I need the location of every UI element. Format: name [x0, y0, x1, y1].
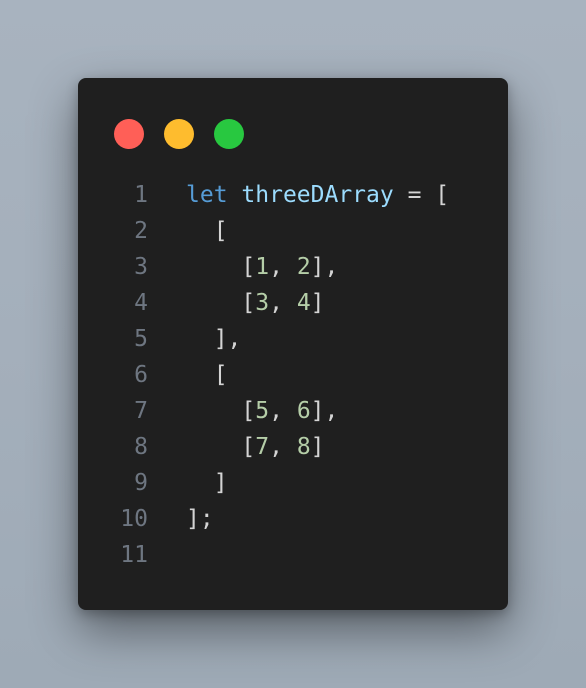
- line-number: 7: [134, 398, 148, 424]
- code-token-num: 5: [255, 398, 270, 424]
- code-token-punc: [: [186, 398, 256, 424]
- code-line: 8 [7, 8]: [78, 429, 508, 465]
- code-token-punc: ,: [269, 290, 297, 316]
- line-content: [1, 2],: [186, 249, 338, 285]
- code-line: 4 [3, 4]: [78, 285, 508, 321]
- line-content: ]: [186, 465, 228, 501]
- code-token-punc: ,: [269, 398, 297, 424]
- line-content: [: [186, 357, 228, 393]
- line-content: [7, 8]: [186, 429, 325, 465]
- line-content: [5, 6],: [186, 393, 338, 429]
- line-content: ],: [186, 321, 242, 357]
- code-token-punc: [: [186, 290, 256, 316]
- code-window: 1 let threeDArray = [2 [3 [1, 2], 4 [3, 4]…: [78, 78, 508, 610]
- code-token-punc: = [: [393, 182, 450, 208]
- code-line: 6 [: [78, 357, 508, 393]
- code-token-kw: let: [186, 182, 228, 208]
- line-number: 5: [134, 326, 148, 352]
- line-number: 3: [134, 254, 148, 280]
- code-token-num: 3: [255, 290, 270, 316]
- line-number: 8: [134, 434, 148, 460]
- code-line: 11: [78, 537, 508, 573]
- code-token-num: 4: [296, 290, 311, 316]
- close-button[interactable]: [114, 119, 144, 149]
- code-token-punc: [: [186, 218, 228, 244]
- line-number: 6: [134, 362, 148, 388]
- code-line: 2 [: [78, 213, 508, 249]
- line-number: 10: [120, 506, 148, 532]
- line-content: let threeDArray = [: [186, 177, 449, 213]
- code-line: 10];: [78, 501, 508, 537]
- line-number: 11: [120, 542, 148, 568]
- code-line: 3 [1, 2],: [78, 249, 508, 285]
- code-line: 9 ]: [78, 465, 508, 501]
- code-token-punc: ],: [186, 326, 242, 352]
- code-token-punc: [228, 182, 242, 208]
- code-token-num: 6: [296, 398, 311, 424]
- line-number: 4: [134, 290, 148, 316]
- code-line: 1 let threeDArray = [: [78, 177, 508, 213]
- minimize-button[interactable]: [164, 119, 194, 149]
- line-content: ];: [186, 501, 214, 537]
- line-number: 1: [134, 182, 148, 208]
- code-token-punc: [: [186, 254, 256, 280]
- code-token-punc: [: [186, 434, 256, 460]
- code-token-num: 8: [296, 434, 311, 460]
- code-token-punc: ]: [186, 470, 228, 496]
- code-token-num: 7: [255, 434, 270, 460]
- code-editor[interactable]: 1 let threeDArray = [2 [3 [1, 2], 4 [3, 4]…: [78, 177, 508, 573]
- line-number: 9: [134, 470, 148, 496]
- code-token-var: threeDArray: [241, 182, 394, 208]
- line-content: [: [186, 213, 228, 249]
- code-token-punc: ]: [310, 434, 325, 460]
- code-token-punc: ,: [269, 434, 297, 460]
- code-token-punc: ];: [186, 506, 214, 532]
- code-token-punc: ,: [269, 254, 297, 280]
- code-token-punc: ],: [310, 398, 339, 424]
- line-number: 2: [134, 218, 148, 244]
- code-token-num: 2: [296, 254, 311, 280]
- maximize-button[interactable]: [214, 119, 244, 149]
- line-content: [3, 4]: [186, 285, 325, 321]
- code-line: 5 ],: [78, 321, 508, 357]
- code-token-punc: ],: [310, 254, 339, 280]
- code-token-num: 1: [255, 254, 270, 280]
- code-token-punc: ]: [310, 290, 325, 316]
- code-token-punc: [: [186, 362, 228, 388]
- code-line: 7 [5, 6],: [78, 393, 508, 429]
